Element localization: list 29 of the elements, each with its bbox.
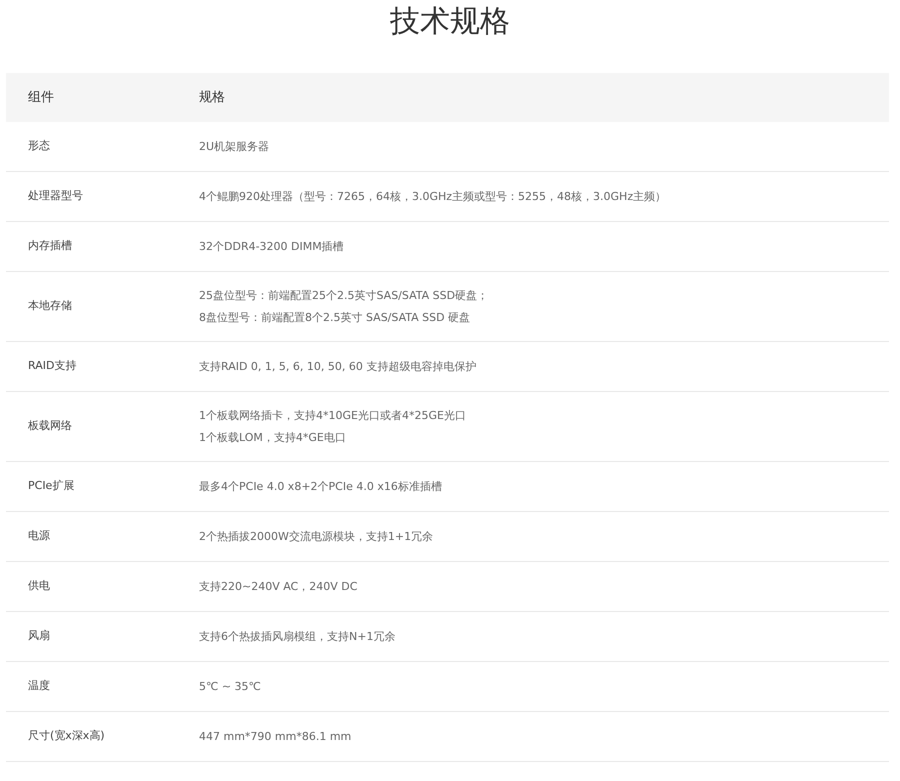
column-header: 组件 — [27, 88, 55, 107]
spec-text: 支持RAID 0, 1, 5, 6, 10, 50, 60 支持超级电容掉电保护 — [199, 358, 476, 374]
component-cell-text: 内存插槽 — [27, 238, 73, 254]
spec-text: 447 mm*790 mm*86.1 mm — [199, 728, 352, 744]
spec-text: 支持220~240V AC，240V DC — [199, 578, 358, 594]
spec-text: 4个鲲鹏920处理器（型号：7265，64核，3.0GHz主频或型号：5255，48核，3.0GHz主频） — [199, 188, 666, 204]
column-header: 规格 — [199, 88, 225, 107]
component-cell-text: 本地存储 — [27, 298, 73, 314]
spec-text: 8盘位型号：前端配置8个2.5英寸 SAS/SATA SSD 硬盘 — [199, 310, 472, 326]
component-cell-text: 处理器型号 — [27, 188, 84, 204]
component-cell-text: 形态 — [27, 138, 51, 154]
component-cell-text: 供电 — [27, 578, 51, 594]
page-title: 技术规格 — [390, 3, 510, 41]
spec-text: 2个热插拔2000W交流电源模块，支持1+1冗余 — [199, 528, 434, 544]
component-cell-text: PCIe扩展 — [27, 478, 76, 494]
component-cell-text: RAID支持 — [27, 358, 78, 374]
spec-text: 5℃ ~ 35℃ — [199, 678, 261, 694]
spec-text: 32个DDR4-3200 DIMM插槽 — [199, 238, 344, 254]
spec-text: 最多4个PCIe 4.0 x8+2个PCIe 4.0 x16标准插槽 — [199, 478, 442, 494]
component-cell-text: 尺寸(宽x深x高) — [27, 728, 106, 744]
spec-text: 支持6个热拔插风扇模组，支持N+1冗余 — [199, 628, 396, 644]
spec-text: 1个板载网络插卡，支持4*10GE光口或者4*25GE光口 — [199, 408, 466, 424]
component-cell-text: 温度 — [27, 678, 51, 694]
spec-text: 2U机架服务器 — [199, 138, 270, 154]
spec-text: 1个板载LOM，支持4*GE电口 — [199, 430, 347, 446]
spec-text: 25盘位型号：前端配置25个2.5英寸SAS/SATA SSD硬盘； — [199, 288, 488, 304]
component-cell-text: 电源 — [27, 528, 51, 544]
component-cell-text: 风扇 — [27, 628, 51, 644]
component-cell-text: 板载网络 — [27, 418, 73, 434]
